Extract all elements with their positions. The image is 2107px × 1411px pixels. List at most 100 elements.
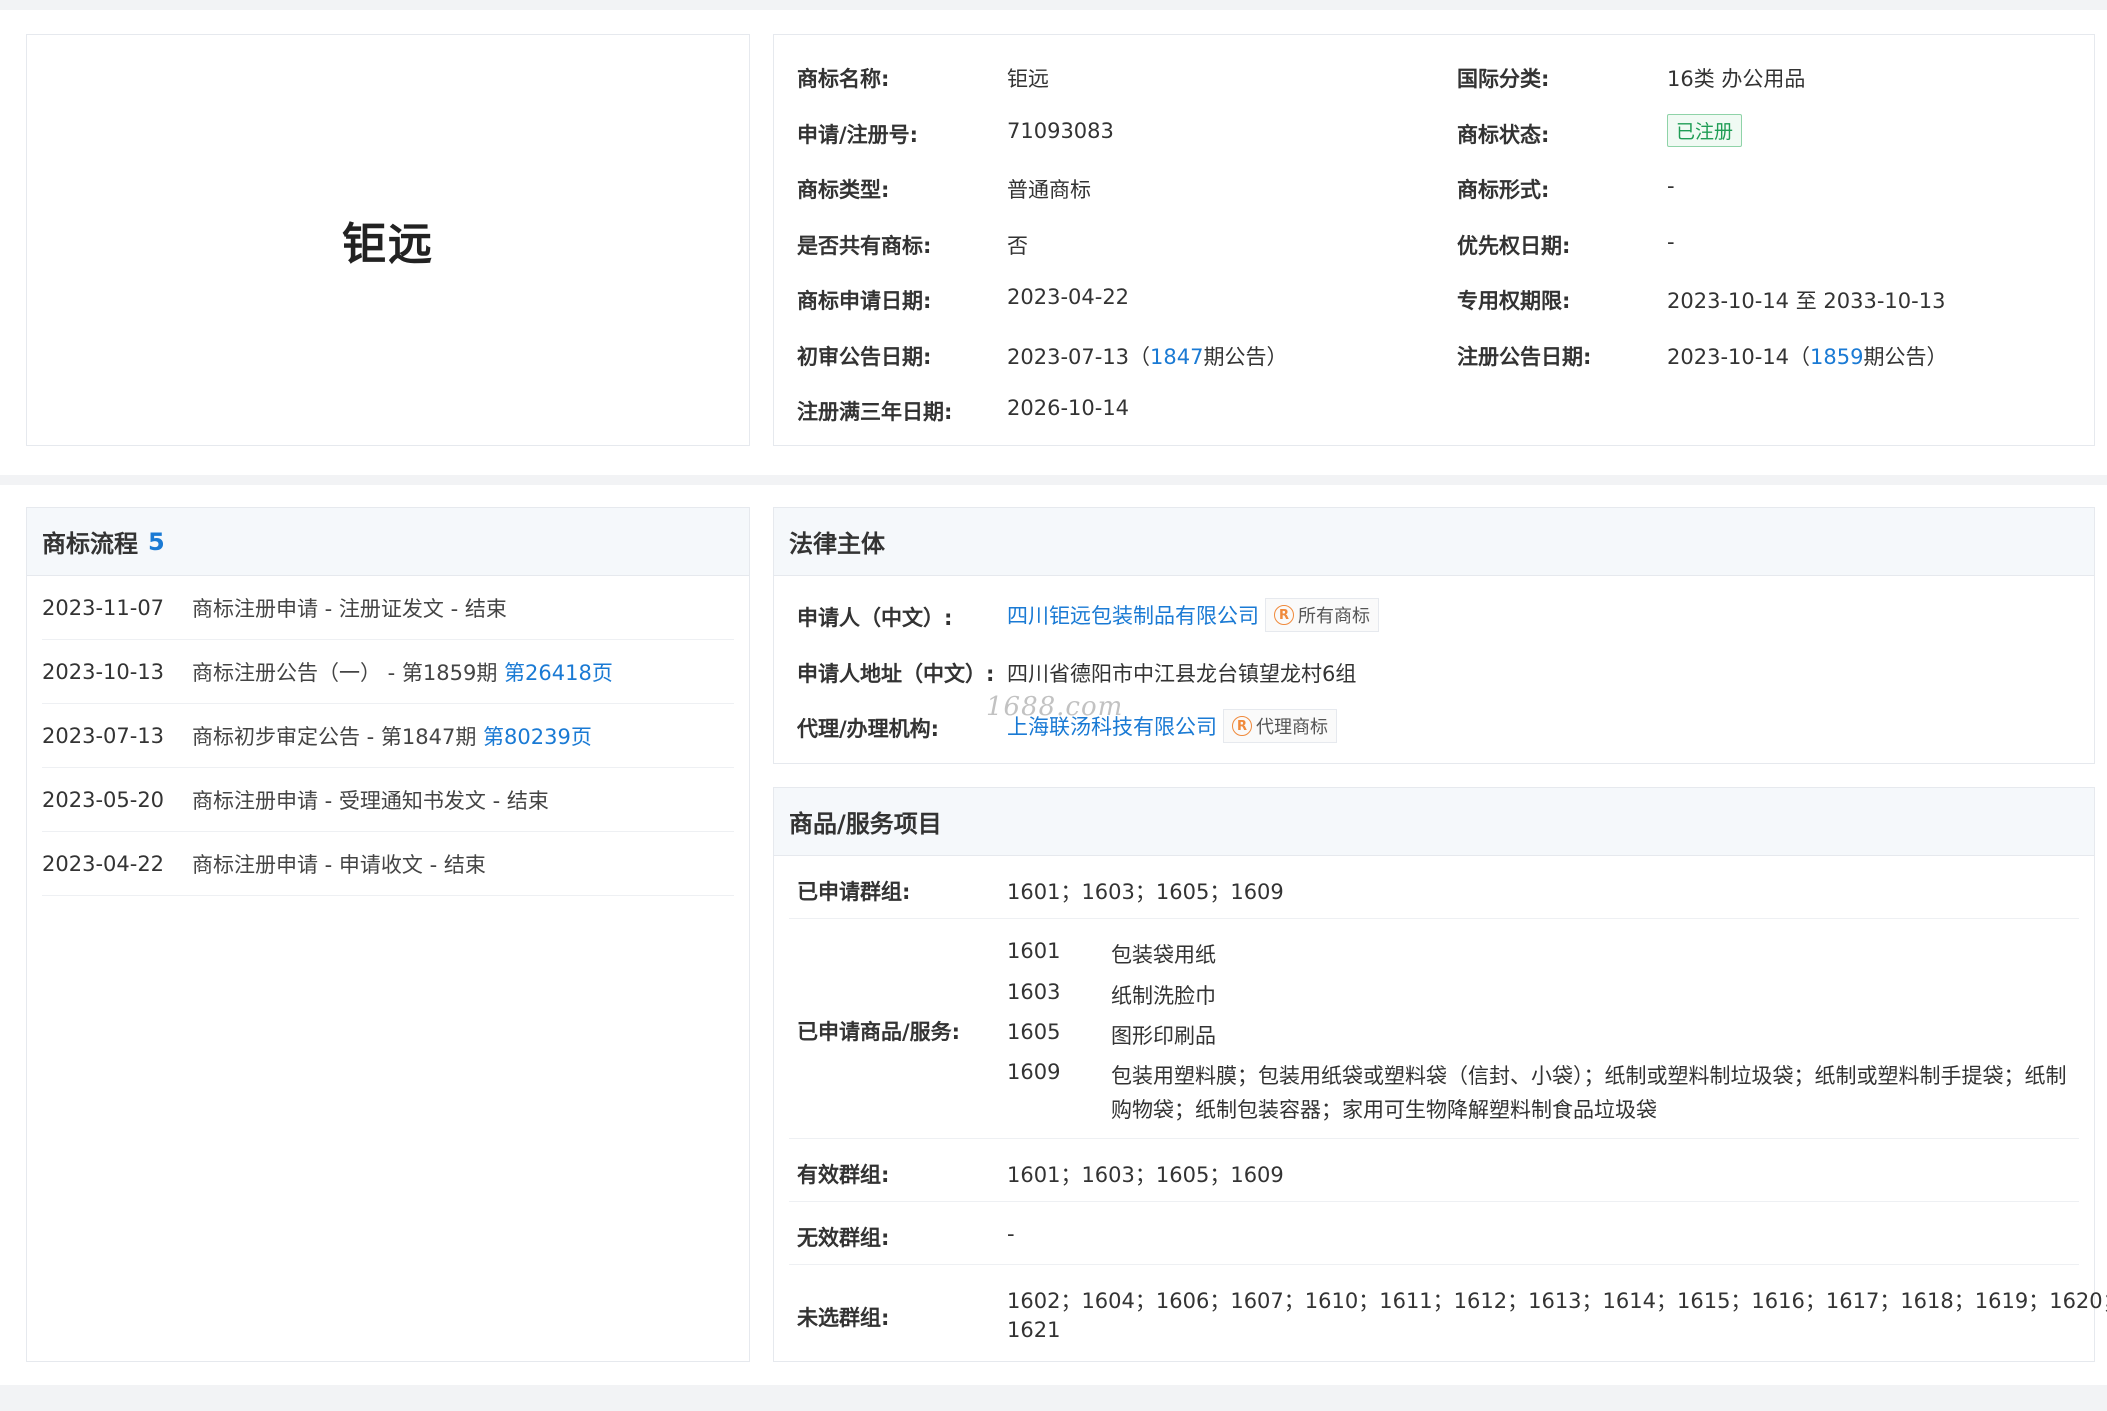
flow-date: 2023-11-07 bbox=[42, 595, 165, 620]
flow-date: 2023-10-13 bbox=[42, 659, 165, 684]
goods-title: 商品/服务项目 bbox=[789, 810, 942, 838]
flow-page-link[interactable]: 第26418页 bbox=[504, 661, 613, 685]
reg-issue-link[interactable]: 1859 bbox=[1810, 345, 1863, 369]
registered-icon: R bbox=[1232, 716, 1252, 736]
goods-name-line1: 包装用塑料膜；包装用纸袋或塑料袋（信封、小袋）；纸制或塑料制垃圾袋；纸制或塑料制… bbox=[1111, 1064, 2067, 1088]
label-reg-number: 申请/注册号: bbox=[797, 123, 919, 147]
agent-trademarks-label: 代理商标 bbox=[1256, 717, 1328, 738]
value-unselected-line1: 1602；1604；1606；1607；1610；1611；1612；1613；… bbox=[1007, 1289, 2107, 1313]
label-status: 商标状态: bbox=[1457, 123, 1550, 147]
value-intl-class: 16类 办公用品 bbox=[1667, 67, 1806, 91]
goods-name: 图形印刷品 bbox=[1111, 1024, 1216, 1048]
value-status: 已注册 bbox=[1667, 114, 1743, 147]
label-applied-groups: 已申请群组: bbox=[797, 880, 911, 904]
agent-trademarks-button[interactable]: R 代理商标 bbox=[1223, 709, 1337, 743]
value-exclusive-period: 2023-10-14 至 2033-10-13 bbox=[1667, 289, 1946, 313]
value-form: - bbox=[1667, 174, 1675, 198]
label-valid-groups: 有效群组: bbox=[797, 1163, 890, 1187]
flow-count: 5 bbox=[148, 527, 165, 556]
flow-title: 商标流程 bbox=[42, 530, 138, 558]
label-three-year-date: 注册满三年日期: bbox=[797, 400, 953, 424]
flow-item: 2023-04-22 商标注册申请 - 申请收文 - 结束 bbox=[42, 832, 734, 896]
watermark: 1688.com bbox=[986, 692, 1124, 722]
label-reg-announce-date: 注册公告日期: bbox=[1457, 345, 1592, 369]
flow-desc-text: 商标注册公告（一） - 第1859期 bbox=[192, 660, 505, 685]
goods-card: 商品/服务项目 已申请群组: 1601；1603；1605；1609 已申请商品… bbox=[773, 787, 2107, 1362]
reg-issue-suffix: 期公告） bbox=[1863, 345, 1948, 369]
value-invalid-groups: - bbox=[1007, 1222, 1015, 1246]
label-apply-date: 商标申请日期: bbox=[797, 289, 932, 313]
label-priority-date: 优先权日期: bbox=[1457, 234, 1571, 258]
all-trademarks-label: 所有商标 bbox=[1298, 606, 1370, 627]
all-trademarks-button[interactable]: R 所有商标 bbox=[1265, 598, 1379, 632]
goods-header: 商品/服务项目 bbox=[774, 788, 2094, 856]
flow-item: 2023-10-13 商标注册公告（一） - 第1859期 第26418页 bbox=[42, 640, 734, 704]
flow-item: 2023-07-13 商标初步审定公告 - 第1847期 第80239页 bbox=[42, 704, 734, 768]
label-applicant: 申请人（中文）: bbox=[797, 606, 953, 630]
label-prelim-date: 初审公告日期: bbox=[797, 345, 932, 369]
value-priority-date: - bbox=[1667, 230, 1675, 254]
prelim-date-text: 2023-07-13（ bbox=[1007, 345, 1151, 369]
label-exclusive-period: 专用权期限: bbox=[1457, 289, 1571, 313]
flow-item: 2023-11-07 商标注册申请 - 注册证发文 - 结束 bbox=[42, 576, 734, 640]
label-address: 申请人地址（中文）: bbox=[797, 662, 995, 686]
applicant-row: 四川钜远包装制品有限公司 R 所有商标 bbox=[1007, 598, 1379, 632]
prelim-issue-suffix: 期公告） bbox=[1203, 345, 1288, 369]
value-trademark-name: 钜远 bbox=[1007, 67, 1049, 91]
value-apply-date: 2023-04-22 bbox=[1007, 285, 1130, 309]
value-applied-groups: 1601；1603；1605；1609 bbox=[1007, 880, 1284, 904]
flow-item: 2023-05-20 商标注册申请 - 受理通知书发文 - 结束 bbox=[42, 768, 734, 832]
goods-name-line2: 购物袋；纸制包装容器；家用可生物降解塑料制食品垃圾袋 bbox=[1111, 1098, 1657, 1122]
value-trademark-type: 普通商标 bbox=[1007, 178, 1091, 202]
registered-icon: R bbox=[1274, 605, 1294, 625]
value-unselected-line2: 1621 bbox=[1007, 1318, 1061, 1342]
goods-code: 1605 bbox=[1007, 1020, 1061, 1044]
basic-info-card: 商标名称: 钜远 申请/注册号: 71093083 商标类型: 普通商标 是否共… bbox=[773, 34, 2095, 446]
value-address: 四川省德阳市中江县龙台镇望龙村6组 bbox=[1007, 662, 1357, 686]
value-reg-announce-date: 2023-10-14（1859期公告） bbox=[1667, 341, 1948, 371]
status-badge: 已注册 bbox=[1667, 114, 1743, 147]
trademark-image: 钜远 bbox=[26, 34, 750, 446]
reg-date-text: 2023-10-14（ bbox=[1667, 345, 1811, 369]
divider bbox=[789, 1264, 2079, 1265]
legal-title: 法律主体 bbox=[789, 530, 885, 558]
divider bbox=[789, 918, 2079, 919]
goods-name: 包装袋用纸 bbox=[1111, 943, 1216, 967]
label-form: 商标形式: bbox=[1457, 178, 1550, 202]
flow-desc-text: 商标初步审定公告 - 第1847期 bbox=[192, 724, 484, 749]
flow-desc: 商标注册申请 - 受理通知书发文 - 结束 bbox=[192, 788, 549, 813]
goods-code: 1609 bbox=[1007, 1060, 1061, 1084]
value-three-year-date: 2026-10-14 bbox=[1007, 396, 1130, 420]
goods-code: 1603 bbox=[1007, 980, 1061, 1004]
label-unselected-groups: 未选群组: bbox=[797, 1306, 890, 1330]
value-prelim-date: 2023-07-13（1847期公告） bbox=[1007, 341, 1288, 371]
prelim-issue-link[interactable]: 1847 bbox=[1150, 345, 1203, 369]
divider bbox=[789, 1138, 2079, 1139]
flow-card: 商标流程 5 2023-11-07 商标注册申请 - 注册证发文 - 结束 202… bbox=[26, 507, 750, 1362]
goods-code: 1601 bbox=[1007, 939, 1061, 963]
flow-desc: 商标注册公告（一） - 第1859期 第26418页 bbox=[192, 657, 613, 687]
label-agent: 代理/办理机构: bbox=[797, 717, 940, 741]
flow-date: 2023-04-22 bbox=[42, 851, 165, 876]
label-trademark-name: 商标名称: bbox=[797, 67, 890, 91]
label-applied-goods: 已申请商品/服务: bbox=[797, 1020, 961, 1044]
flow-page-link[interactable]: 第80239页 bbox=[483, 725, 592, 749]
value-shared: 否 bbox=[1007, 234, 1028, 258]
goods-name: 纸制洗脸巾 bbox=[1111, 984, 1216, 1008]
value-valid-groups: 1601；1603；1605；1609 bbox=[1007, 1163, 1284, 1187]
applicant-link[interactable]: 四川钜远包装制品有限公司 bbox=[1007, 600, 1259, 630]
flow-date: 2023-07-13 bbox=[42, 723, 165, 748]
label-shared: 是否共有商标: bbox=[797, 234, 932, 258]
label-intl-class: 国际分类: bbox=[1457, 67, 1550, 91]
label-trademark-type: 商标类型: bbox=[797, 178, 890, 202]
legal-card: 法律主体 申请人（中文）: 四川钜远包装制品有限公司 R 所有商标 申请人地址（中… bbox=[773, 507, 2095, 764]
divider bbox=[789, 1201, 2079, 1202]
label-invalid-groups: 无效群组: bbox=[797, 1226, 890, 1250]
flow-date: 2023-05-20 bbox=[42, 787, 165, 812]
flow-desc: 商标初步审定公告 - 第1847期 第80239页 bbox=[192, 721, 592, 751]
trademark-logo-text: 钜远 bbox=[342, 219, 434, 270]
flow-header: 商标流程 5 bbox=[27, 508, 749, 576]
legal-header: 法律主体 bbox=[774, 508, 2094, 576]
value-reg-number: 71093083 bbox=[1007, 119, 1114, 143]
flow-desc: 商标注册申请 - 申请收文 - 结束 bbox=[192, 852, 486, 877]
